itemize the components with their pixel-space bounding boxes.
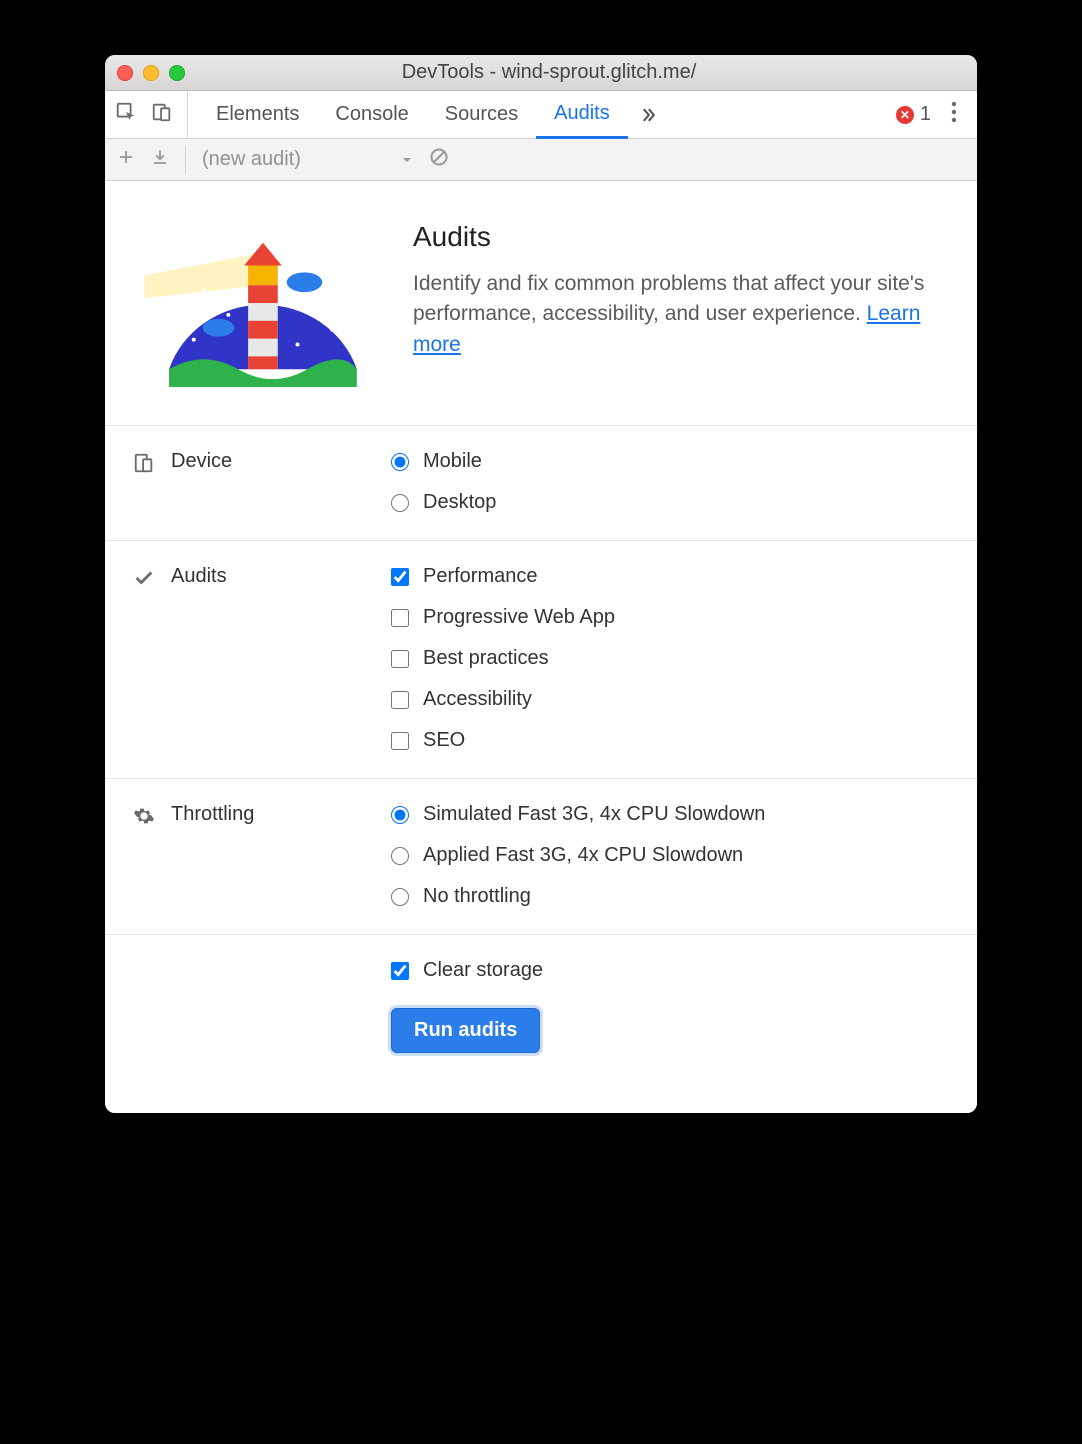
download-button[interactable] [151,148,169,172]
tab-console[interactable]: Console [317,91,426,138]
tab-label: Console [335,103,408,126]
throttle-radio-applied[interactable] [391,847,409,865]
tabs: Elements Console Sources Audits [198,91,668,138]
audit-option-best-practices[interactable]: Best practices [391,647,949,670]
more-tabs-button[interactable] [628,91,668,138]
run-audits-button[interactable]: Run audits [391,1008,540,1053]
option-label: Accessibility [423,688,532,711]
clear-storage-option[interactable]: Clear storage [391,959,543,982]
audit-option-accessibility[interactable]: Accessibility [391,688,949,711]
new-audit-button[interactable] [117,148,135,172]
download-icon [151,148,169,166]
footer: Clear storage Run audits [105,934,977,1113]
section-device: Device Mobile Desktop [105,425,977,540]
option-label: Applied Fast 3G, 4x CPU Slowdown [423,844,743,867]
option-label: Simulated Fast 3G, 4x CPU Slowdown [423,803,765,826]
throttle-radio-none[interactable] [391,888,409,906]
gear-icon [133,805,155,827]
clear-storage-label: Clear storage [423,959,543,982]
throttle-radio-simulated[interactable] [391,806,409,824]
intro-body: Identify and fix common problems that af… [413,269,949,360]
option-label: Best practices [423,647,549,670]
tab-audits[interactable]: Audits [536,91,628,139]
clear-button[interactable] [429,147,449,173]
tab-label: Elements [216,103,299,126]
option-label: Performance [423,565,538,588]
device-radio-desktop[interactable] [391,494,409,512]
error-count[interactable]: ✕ 1 [896,103,941,126]
inspect-icon[interactable] [115,101,137,129]
audit-select[interactable]: (new audit) [202,148,413,171]
intro: Audits Identify and fix common problems … [105,181,977,425]
section-audits: Audits Performance Progressive Web App B… [105,540,977,778]
tab-sources[interactable]: Sources [427,91,536,138]
section-label: Throttling [171,803,254,826]
close-window-button[interactable] [117,65,133,81]
device-option-desktop[interactable]: Desktop [391,491,949,514]
audit-option-pwa[interactable]: Progressive Web App [391,606,949,629]
throttle-option-none[interactable]: No throttling [391,885,949,908]
settings-menu-button[interactable] [941,101,967,129]
kebab-icon [951,101,957,123]
audit-select-label: (new audit) [202,148,301,171]
error-count-value: 1 [920,103,931,126]
check-icon [133,567,155,589]
titlebar: DevTools - wind-sprout.glitch.me/ [105,55,977,91]
section-label: Device [171,450,232,473]
throttle-option-applied[interactable]: Applied Fast 3G, 4x CPU Slowdown [391,844,949,867]
chevron-double-right-icon [638,105,658,125]
audit-check-performance[interactable] [391,568,409,586]
tab-label: Audits [554,102,610,125]
block-icon [429,147,449,167]
devtools-tabbar: Elements Console Sources Audits ✕ 1 [105,91,977,139]
window-title: DevTools - wind-sprout.glitch.me/ [133,61,965,84]
section-label: Audits [171,565,227,588]
device-radio-mobile[interactable] [391,453,409,471]
audit-option-performance[interactable]: Performance [391,565,949,588]
intro-heading: Audits [413,221,949,253]
audit-check-accessibility[interactable] [391,691,409,709]
option-label: SEO [423,729,465,752]
device-toggle-icon[interactable] [151,101,173,129]
error-icon: ✕ [896,106,914,124]
audit-check-pwa[interactable] [391,609,409,627]
device-option-mobile[interactable]: Mobile [391,450,949,473]
audits-subbar: (new audit) [105,139,977,181]
tab-label: Sources [445,103,518,126]
clear-storage-checkbox[interactable] [391,962,409,980]
audits-panel: Audits Identify and fix common problems … [105,181,977,1113]
plus-icon [117,148,135,166]
option-label: Mobile [423,450,482,473]
intro-body-text: Identify and fix common problems that af… [413,272,924,325]
tab-elements[interactable]: Elements [198,91,317,138]
chevron-down-icon [401,154,413,166]
audit-check-best-practices[interactable] [391,650,409,668]
audit-check-seo[interactable] [391,732,409,750]
lighthouse-logo [133,221,383,389]
device-icon [133,452,155,474]
option-label: Progressive Web App [423,606,615,629]
option-label: Desktop [423,491,496,514]
devtools-window: DevTools - wind-sprout.glitch.me/ Elemen… [105,55,977,1113]
throttle-option-simulated[interactable]: Simulated Fast 3G, 4x CPU Slowdown [391,803,949,826]
section-throttling: Throttling Simulated Fast 3G, 4x CPU Slo… [105,778,977,934]
audit-option-seo[interactable]: SEO [391,729,949,752]
option-label: No throttling [423,885,531,908]
